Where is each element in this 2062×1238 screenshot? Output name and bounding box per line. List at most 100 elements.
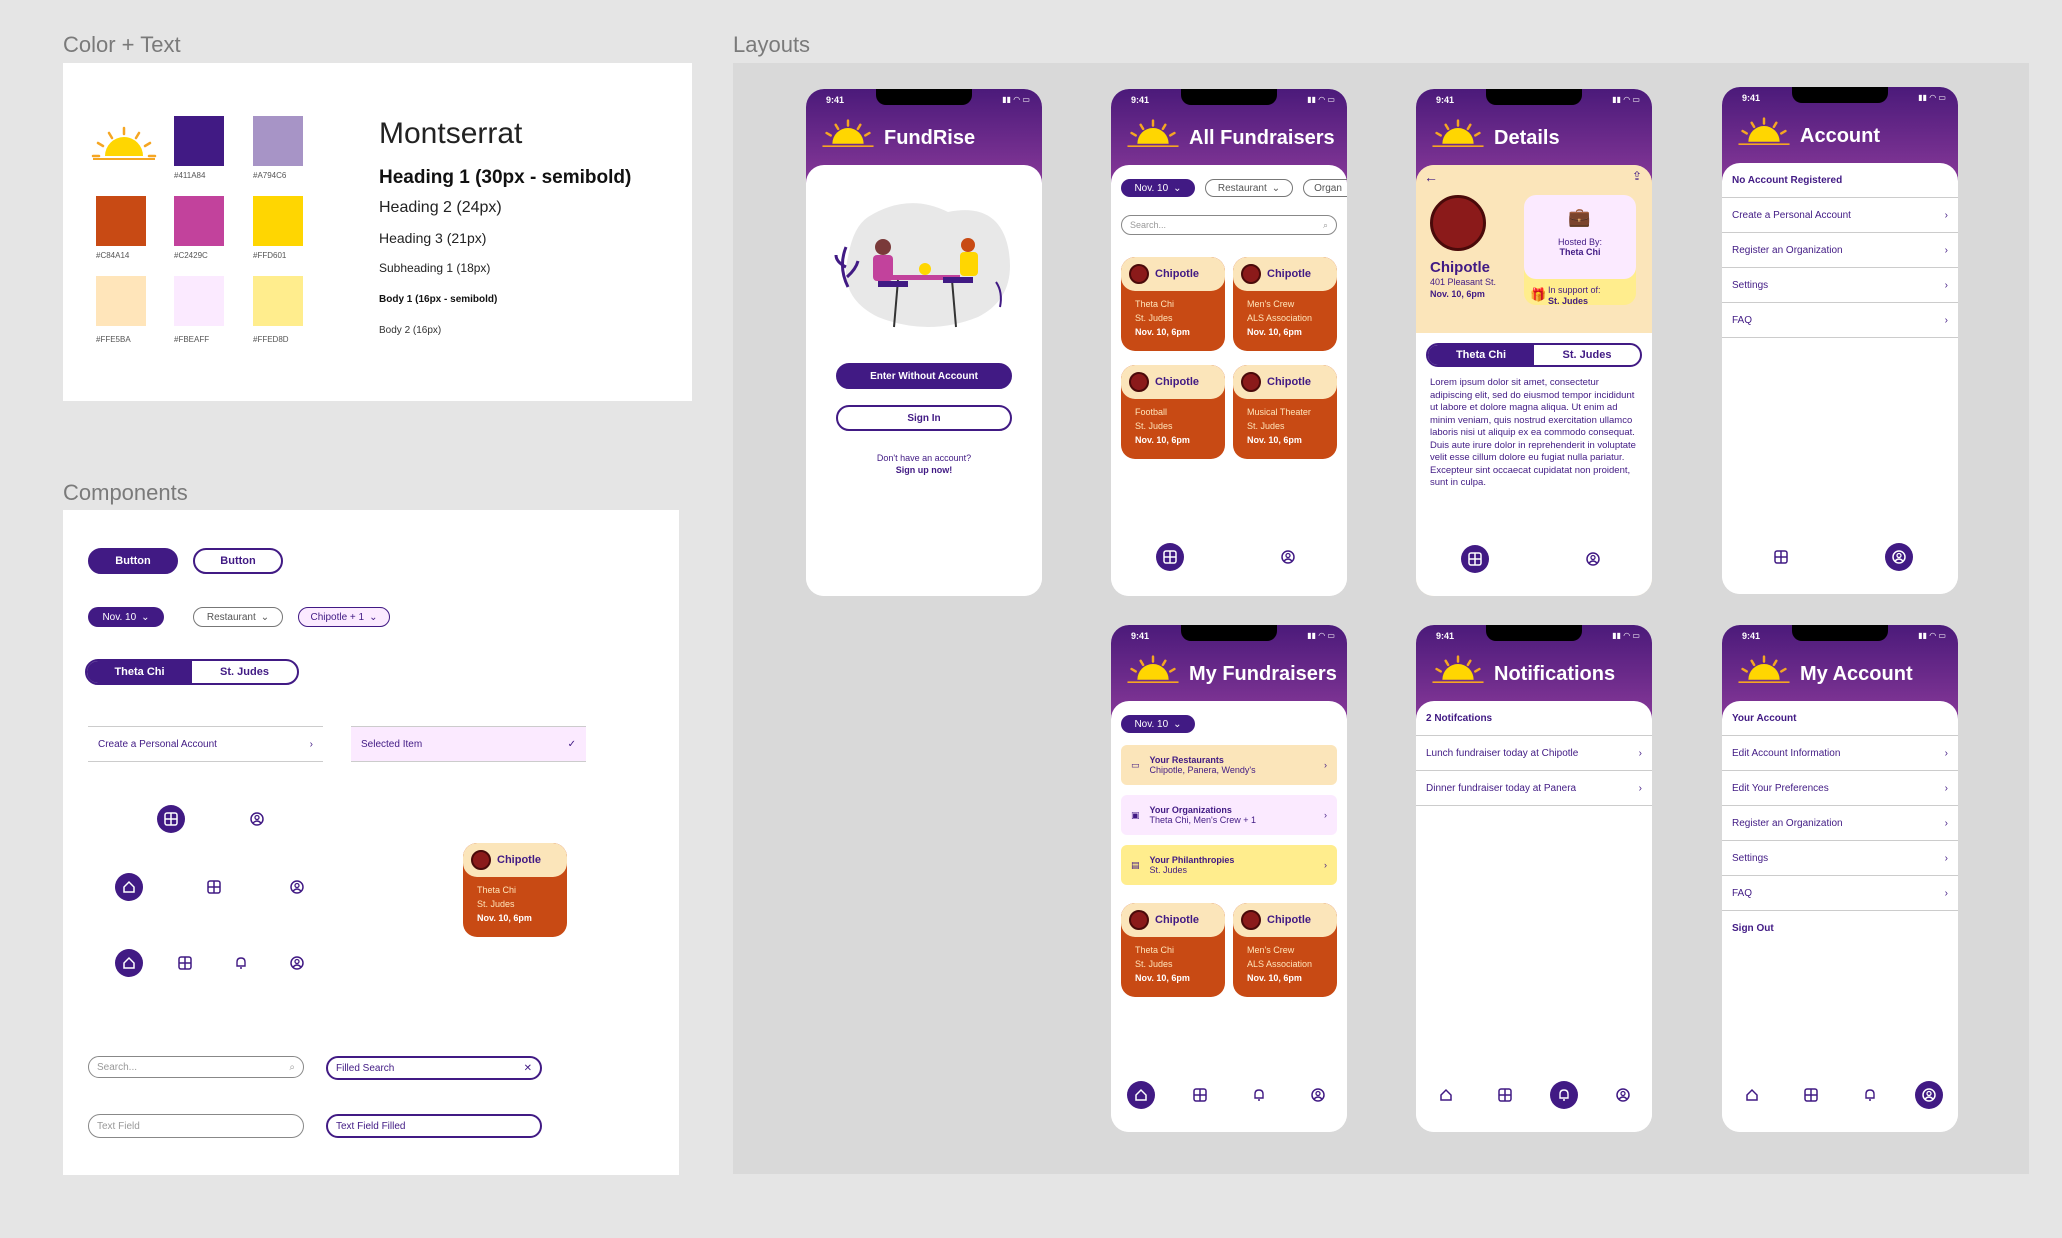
- user-icon[interactable]: [283, 949, 311, 977]
- home-icon[interactable]: [1126, 1081, 1155, 1109]
- bell-icon[interactable]: [227, 949, 255, 977]
- fundraiser-card[interactable]: Chipotle Theta Chi St. Judes Nov. 10, 6pm: [1121, 257, 1225, 351]
- home-icon[interactable]: [1432, 1081, 1460, 1109]
- menu-item-register-org[interactable]: Register an Organization ›: [1722, 233, 1958, 268]
- bell-icon[interactable]: [1245, 1081, 1273, 1109]
- search-input-filled[interactable]: Filled Search ✕: [326, 1056, 542, 1080]
- search-input[interactable]: Search... ⌕: [1121, 215, 1337, 235]
- back-arrow-icon[interactable]: ←: [1424, 169, 1438, 185]
- components-panel: Button Button Nov. 10 ⌄ Restaurant ⌄ Chipo…: [63, 510, 679, 1175]
- search-input[interactable]: Search... ⌕: [88, 1056, 304, 1078]
- enter-without-account-button[interactable]: Enter Without Account: [836, 363, 1012, 389]
- menu-item-edit-preferences[interactable]: Edit Your Preferences ›: [1722, 771, 1958, 806]
- sign-in-button[interactable]: Sign In: [836, 405, 1012, 431]
- text-field-filled[interactable]: Text Field Filled: [326, 1114, 542, 1138]
- menu-item-settings[interactable]: Settings ›: [1722, 841, 1958, 876]
- menu-label: Register an Organization: [1732, 817, 1843, 829]
- sign-out-link[interactable]: Sign Out: [1722, 911, 1958, 946]
- group-organizations[interactable]: ▣ Your Organizations Theta Chi, Men's Crew…: [1121, 795, 1337, 835]
- grid-icon[interactable]: [200, 873, 228, 901]
- card-phil: St. Judes: [1135, 959, 1173, 969]
- date-filter-pill[interactable]: Nov. 10 ⌄: [88, 607, 164, 627]
- group-title: Your Philanthropies: [1149, 855, 1235, 865]
- phone-my-fundraisers: 9:41 ▮▮ ◠ ▭ My Fundraisers Nov. 10 ⌄ ▭ You…: [1111, 625, 1347, 1132]
- filled-button[interactable]: Button: [88, 548, 178, 574]
- sign-up-link[interactable]: Sign up now!: [806, 465, 1042, 475]
- typo-body2: Body 2 (16px): [379, 325, 442, 336]
- text-field[interactable]: Text Field: [88, 1114, 304, 1138]
- grid-icon[interactable]: [1186, 1081, 1214, 1109]
- menu-item-register-org[interactable]: Register an Organization ›: [1722, 806, 1958, 841]
- hosted-box: 💼 Hosted By: Theta Chi: [1524, 195, 1636, 279]
- group-restaurants[interactable]: ▭ Your Restaurants Chipotle, Panera, Wendy…: [1121, 745, 1337, 785]
- account-status: No Account Registered: [1722, 163, 1958, 198]
- user-icon[interactable]: [283, 873, 311, 901]
- notification-item[interactable]: Lunch fundraiser today at Chipotle ›: [1416, 736, 1652, 771]
- notification-text: Lunch fundraiser today at Chipotle: [1426, 747, 1579, 759]
- segment-st-judes[interactable]: St. Judes: [192, 661, 297, 683]
- user-icon[interactable]: [1609, 1081, 1637, 1109]
- hosted-label: Hosted By:: [1557, 237, 1603, 247]
- bell-icon[interactable]: [1856, 1081, 1884, 1109]
- chevron-down-icon: ⌄: [1173, 718, 1182, 730]
- fundraiser-card[interactable]: Chipotle Musical Theater St. Judes Nov. 10,…: [1233, 365, 1337, 459]
- menu-item-faq[interactable]: FAQ ›: [1722, 876, 1958, 911]
- grid-icon[interactable]: [157, 805, 185, 833]
- user-icon[interactable]: [1274, 543, 1302, 571]
- grid-icon[interactable]: [1797, 1081, 1825, 1109]
- organization-filter-pill[interactable]: Organ: [1303, 179, 1347, 197]
- segmented-control[interactable]: Theta Chi St. Judes: [85, 659, 299, 685]
- grid-icon[interactable]: [171, 949, 199, 977]
- hex-label: #FFD601: [253, 251, 287, 260]
- fundraiser-card[interactable]: Chipotle Men's Crew ALS Association Nov. 10…: [1233, 903, 1337, 997]
- home-icon[interactable]: [115, 949, 143, 977]
- segment-theta-chi[interactable]: Theta Chi: [1428, 345, 1534, 365]
- chevron-right-icon: ›: [1944, 782, 1948, 794]
- bell-icon[interactable]: [1549, 1081, 1578, 1109]
- user-icon[interactable]: [1914, 1081, 1943, 1109]
- user-icon[interactable]: [243, 805, 271, 833]
- menu-item-edit-account[interactable]: Edit Account Information ›: [1722, 736, 1958, 771]
- user-icon[interactable]: [1885, 543, 1913, 571]
- chevron-right-icon: ›: [1944, 209, 1948, 221]
- home-icon[interactable]: [1738, 1081, 1766, 1109]
- notification-item[interactable]: Dinner fundraiser today at Panera ›: [1416, 771, 1652, 806]
- outline-button[interactable]: Button: [193, 548, 283, 574]
- restaurant-filter-pill[interactable]: Restaurant ⌄: [1205, 179, 1293, 197]
- grid-icon[interactable]: [1491, 1081, 1519, 1109]
- segment-theta-chi[interactable]: Theta Chi: [87, 661, 192, 683]
- segment-st-judes[interactable]: St. Judes: [1534, 345, 1640, 365]
- list-item[interactable]: Create a Personal Account ›: [88, 726, 323, 762]
- clear-icon[interactable]: ✕: [524, 1063, 532, 1074]
- segmented-control[interactable]: Theta Chi St. Judes: [1426, 343, 1642, 367]
- date-filter-pill[interactable]: Nov. 10 ⌄: [1121, 715, 1195, 733]
- group-philanthropies[interactable]: ▤ Your Philanthropies St. Judes ›: [1121, 845, 1337, 885]
- user-icon[interactable]: [1304, 1081, 1332, 1109]
- grid-icon[interactable]: [1461, 545, 1489, 573]
- status-time: 9:41: [1742, 93, 1761, 103]
- fundraiser-card[interactable]: Chipotle Theta Chi St. Judes Nov. 10, 6pm: [1121, 903, 1225, 997]
- sun-logo-icon: [91, 126, 157, 160]
- frame-title-components: Components: [63, 480, 188, 505]
- fundraiser-card[interactable]: Chipotle Football St. Judes Nov. 10, 6pm: [1121, 365, 1225, 459]
- fundraiser-card[interactable]: Chipotle Theta Chi St. Judes Nov. 10, 6p…: [463, 843, 567, 937]
- list-item-label: Create a Personal Account: [98, 738, 217, 750]
- status-time: 9:41: [1436, 631, 1455, 641]
- home-icon[interactable]: [115, 873, 143, 901]
- selected-list-item[interactable]: Selected Item ✓: [351, 726, 586, 762]
- date-filter-pill[interactable]: Nov. 10 ⌄: [1121, 179, 1195, 197]
- screen-title: My Account: [1800, 663, 1913, 685]
- menu-label: Settings: [1732, 279, 1769, 291]
- restaurant-filter-pill[interactable]: Restaurant ⌄: [193, 607, 283, 627]
- menu-item-create-account[interactable]: Create a Personal Account ›: [1722, 198, 1958, 233]
- grid-icon[interactable]: [1156, 543, 1184, 571]
- fundraiser-card[interactable]: Chipotle Men's Crew ALS Association Nov. 10…: [1233, 257, 1337, 351]
- chipotle-filter-pill[interactable]: Chipotle + 1 ⌄: [298, 607, 390, 627]
- menu-item-faq[interactable]: FAQ ›: [1722, 303, 1958, 338]
- card-phil: St. Judes: [1247, 421, 1285, 431]
- menu-item-settings[interactable]: Settings ›: [1722, 268, 1958, 303]
- grid-icon[interactable]: [1767, 543, 1795, 571]
- user-icon[interactable]: [1579, 545, 1607, 573]
- card-time: Nov. 10, 6pm: [1135, 973, 1190, 983]
- share-icon[interactable]: ⇪: [1632, 169, 1642, 183]
